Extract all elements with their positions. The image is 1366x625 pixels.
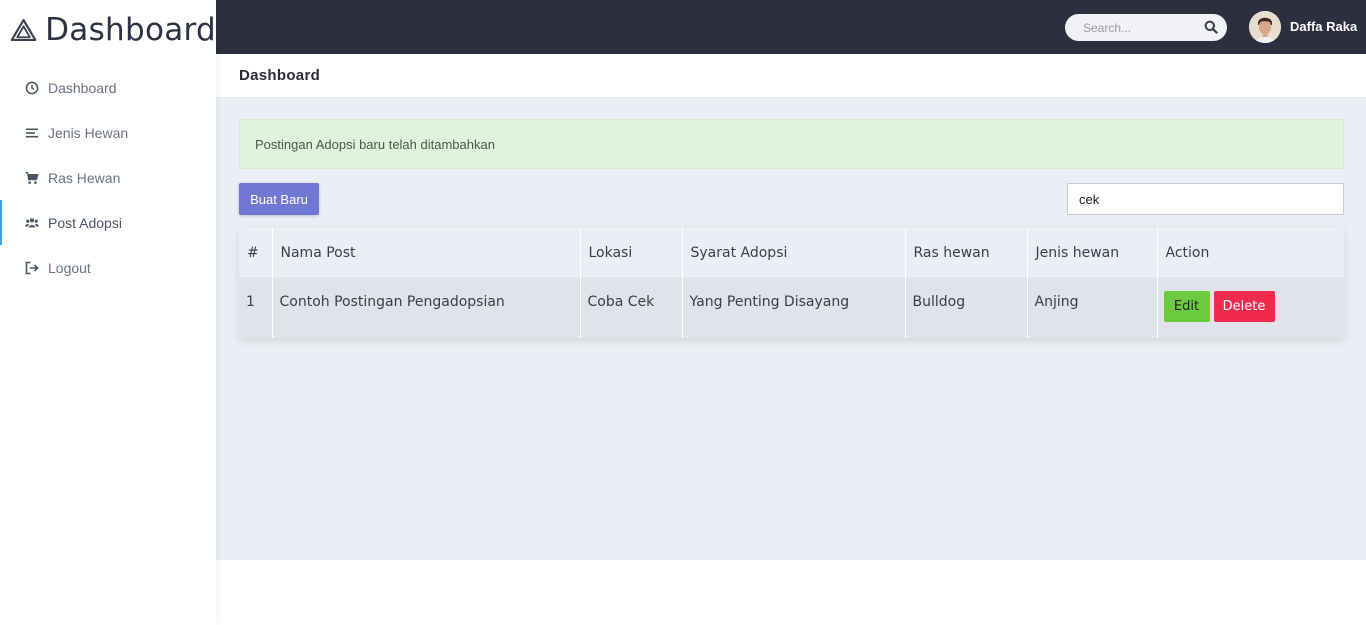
column-header-nama-post[interactable]: Nama Post	[272, 228, 581, 277]
column-header-jenis-hewan[interactable]: Jenis hewan	[1027, 228, 1158, 277]
page-footer-area	[216, 560, 1366, 625]
column-header-number: #	[239, 228, 273, 277]
brand-title: Dashboard	[45, 12, 216, 48]
post-adopsi-table: # Nama Post Lokasi Syarat Adopsi Ras hew…	[239, 228, 1344, 338]
sidebar-item-dashboard[interactable]: Dashboard	[0, 65, 216, 110]
sidebar-item-jenis-hewan[interactable]: Jenis Hewan	[0, 110, 216, 155]
page-header: Dashboard	[216, 54, 1366, 98]
edit-button[interactable]: Edit	[1163, 291, 1210, 322]
sidebar-item-logout[interactable]: Logout	[0, 245, 216, 290]
table-row: 1 Contoh Postingan Pengadopsian Coba Cek…	[239, 277, 1344, 338]
cell-jenis-hewan: Anjing	[1027, 277, 1158, 338]
sidebar-item-label: Jenis Hewan	[48, 124, 129, 141]
alert-message: Postingan Adopsi baru telah ditambahkan	[255, 137, 495, 152]
user-name[interactable]: Daffa Raka	[1290, 19, 1357, 34]
clock-icon	[25, 81, 39, 95]
sidebar-item-label: Logout	[48, 259, 91, 276]
main-content: Postingan Adopsi baru telah ditambahkan …	[216, 98, 1366, 560]
column-header-action: Action	[1165, 244, 1210, 261]
search-input[interactable]: Search...	[1065, 14, 1227, 41]
logout-icon	[25, 261, 39, 275]
sidebar-item-label: Ras Hewan	[48, 169, 121, 186]
table-filter-input[interactable]	[1067, 183, 1344, 215]
avatar[interactable]	[1249, 11, 1281, 43]
table-header-row: # Nama Post Lokasi Syarat Adopsi Ras hew…	[239, 228, 1344, 277]
cell-action: Edit Delete	[1157, 277, 1344, 338]
search-icon[interactable]	[1204, 20, 1218, 34]
cart-icon	[25, 171, 39, 185]
users-icon	[25, 216, 39, 230]
cell-number: 1	[239, 277, 273, 338]
column-header-syarat-adopsi[interactable]: Syarat Adopsi	[682, 228, 906, 277]
page-title: Dashboard	[239, 67, 321, 84]
create-new-button[interactable]: Buat Baru	[239, 183, 319, 215]
cell-ras-hewan: Bulldog	[905, 277, 1028, 338]
sidebar-item-post-adopsi[interactable]: Post Adopsi	[0, 200, 216, 245]
cell-nama-post: Contoh Postingan Pengadopsian	[272, 277, 581, 338]
sidebar-item-label: Dashboard	[48, 79, 117, 96]
triangle-logo-icon	[10, 18, 37, 42]
brand[interactable]: Dashboard	[0, 0, 216, 60]
sidebar-nav: Dashboard Jenis Hewan Ras Hewan Post Ado…	[0, 65, 216, 290]
cell-syarat-adopsi: Yang Penting Disayang	[682, 277, 906, 338]
sidebar-item-ras-hewan[interactable]: Ras Hewan	[0, 155, 216, 200]
top-navbar: Search... Daffa Raka	[216, 0, 1366, 54]
delete-button[interactable]: Delete	[1213, 291, 1275, 322]
search-placeholder: Search...	[1083, 21, 1132, 35]
sidebar: Dashboard Dashboard Jenis Hewan Ras Hewa…	[0, 0, 216, 625]
column-header-ras-hewan[interactable]: Ras hewan	[905, 228, 1028, 277]
column-header-lokasi[interactable]: Lokasi	[580, 228, 683, 277]
success-alert: Postingan Adopsi baru telah ditambahkan	[239, 119, 1344, 169]
list-icon	[25, 126, 39, 140]
sidebar-item-label: Post Adopsi	[48, 214, 122, 231]
cell-lokasi: Coba Cek	[580, 277, 683, 338]
